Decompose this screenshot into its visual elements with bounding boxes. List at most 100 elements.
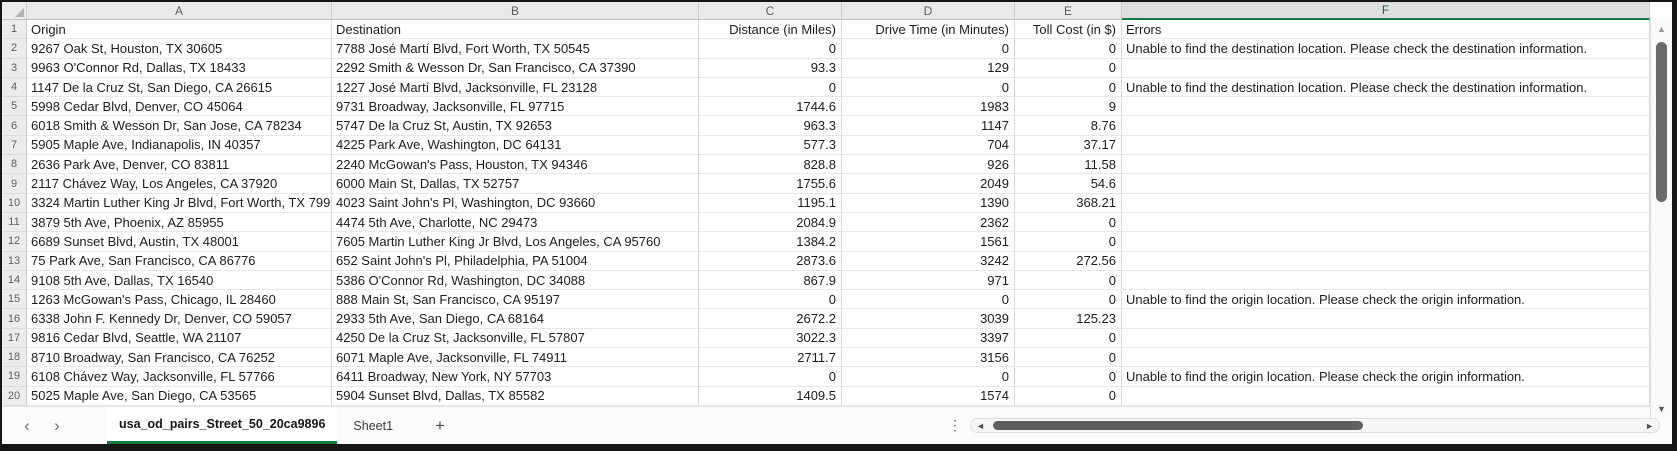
vertical-scrollbar-thumb[interactable] xyxy=(1656,42,1667,202)
cell-A5[interactable]: 5998 Cedar Blvd, Denver, CO 45064 xyxy=(27,97,332,116)
cell-C16[interactable]: 2672.2 xyxy=(699,309,842,328)
cell-B14[interactable]: 5386 O'Connor Rd, Washington, DC 34088 xyxy=(332,271,699,290)
cell-B11[interactable]: 4474 5th Ave, Charlotte, NC 29473 xyxy=(332,213,699,232)
cell-D11[interactable]: 2362 xyxy=(842,213,1015,232)
next-sheet-icon[interactable]: › xyxy=(42,417,72,434)
cell-D8[interactable]: 926 xyxy=(842,155,1015,174)
cell-A4[interactable]: 1147 De la Cruz St, San Diego, CA 26615 xyxy=(27,78,332,97)
cell-D20[interactable]: 1574 xyxy=(842,387,1015,406)
cell-F18[interactable] xyxy=(1122,348,1650,367)
sheet1-tab[interactable]: Sheet1 xyxy=(337,419,409,433)
cell-E17[interactable]: 0 xyxy=(1015,329,1122,348)
cell-B6[interactable]: 5747 De la Cruz St, Austin, TX 92653 xyxy=(332,116,699,135)
col-header-F-selected[interactable]: F xyxy=(1122,2,1650,20)
row-number-19[interactable]: 19 xyxy=(2,367,27,386)
cell-E4[interactable]: 0 xyxy=(1015,78,1122,97)
cell-F11[interactable] xyxy=(1122,213,1650,232)
cell-A13[interactable]: 75 Park Ave, San Francisco, CA 86776 xyxy=(27,252,332,271)
cell-D5[interactable]: 1983 xyxy=(842,97,1015,116)
header-cell-A1[interactable]: Origin xyxy=(27,20,332,39)
cell-A9[interactable]: 2117 Chávez Way, Los Angeles, CA 37920 xyxy=(27,174,332,193)
cell-D18[interactable]: 3156 xyxy=(842,348,1015,367)
cell-C8[interactable]: 828.8 xyxy=(699,155,842,174)
cell-F3[interactable] xyxy=(1122,59,1650,78)
cell-C7[interactable]: 577.3 xyxy=(699,136,842,155)
cell-D2[interactable]: 0 xyxy=(842,39,1015,58)
cell-C9[interactable]: 1755.6 xyxy=(699,174,842,193)
cell-C6[interactable]: 963.3 xyxy=(699,116,842,135)
header-cell-F1[interactable]: Errors xyxy=(1122,20,1650,39)
row-number-9[interactable]: 9 xyxy=(2,174,27,193)
cell-A6[interactable]: 6018 Smith & Wesson Dr, San Jose, CA 782… xyxy=(27,116,332,135)
col-header-B[interactable]: B xyxy=(332,2,699,20)
cell-A7[interactable]: 5905 Maple Ave, Indianapolis, IN 40357 xyxy=(27,136,332,155)
row-number-12[interactable]: 12 xyxy=(2,232,27,251)
cell-C11[interactable]: 2084.9 xyxy=(699,213,842,232)
scroll-left-icon[interactable]: ◄ xyxy=(976,421,985,431)
row-number-14[interactable]: 14 xyxy=(2,271,27,290)
cell-B19[interactable]: 6411 Broadway, New York, NY 57703 xyxy=(332,367,699,386)
row-number-11[interactable]: 11 xyxy=(2,213,27,232)
cell-D7[interactable]: 704 xyxy=(842,136,1015,155)
scroll-right-icon[interactable]: ► xyxy=(1645,421,1654,431)
cell-D9[interactable]: 2049 xyxy=(842,174,1015,193)
cell-B13[interactable]: 652 Saint John's Pl, Philadelphia, PA 51… xyxy=(332,252,699,271)
cell-F16[interactable] xyxy=(1122,309,1650,328)
cell-E5[interactable]: 9 xyxy=(1015,97,1122,116)
cell-B5[interactable]: 9731 Broadway, Jacksonville, FL 97715 xyxy=(332,97,699,116)
cell-E16[interactable]: 125.23 xyxy=(1015,309,1122,328)
cell-A18[interactable]: 8710 Broadway, San Francisco, CA 76252 xyxy=(27,348,332,367)
header-cell-D1[interactable]: Drive Time (in Minutes) xyxy=(842,20,1015,39)
cell-A3[interactable]: 9963 O'Connor Rd, Dallas, TX 18433 xyxy=(27,59,332,78)
cell-F8[interactable] xyxy=(1122,155,1650,174)
cell-E11[interactable]: 0 xyxy=(1015,213,1122,232)
cell-C18[interactable]: 2711.7 xyxy=(699,348,842,367)
row-number-6[interactable]: 6 xyxy=(2,116,27,135)
cell-A15[interactable]: 1263 McGowan's Pass, Chicago, IL 28460 xyxy=(27,290,332,309)
cell-E10[interactable]: 368.21 xyxy=(1015,194,1122,213)
cell-C10[interactable]: 1195.1 xyxy=(699,194,842,213)
cell-E14[interactable]: 0 xyxy=(1015,271,1122,290)
cell-D3[interactable]: 129 xyxy=(842,59,1015,78)
cell-F19[interactable]: Unable to find the origin location. Plea… xyxy=(1122,367,1650,386)
cell-A2[interactable]: 9267 Oak St, Houston, TX 30605 xyxy=(27,39,332,58)
active-sheet-tab[interactable]: usa_od_pairs_Street_50_20ca9896 xyxy=(107,407,337,444)
header-cell-C1[interactable]: Distance (in Miles) xyxy=(699,20,842,39)
cell-F7[interactable] xyxy=(1122,136,1650,155)
row-number-15[interactable]: 15 xyxy=(2,290,27,309)
cell-F12[interactable] xyxy=(1122,232,1650,251)
row-number-1[interactable]: 1 xyxy=(2,20,27,39)
row-number-16[interactable]: 16 xyxy=(2,309,27,328)
cell-C19[interactable]: 0 xyxy=(699,367,842,386)
cell-D14[interactable]: 971 xyxy=(842,271,1015,290)
cell-A11[interactable]: 3879 5th Ave, Phoenix, AZ 85955 xyxy=(27,213,332,232)
cell-F20[interactable] xyxy=(1122,387,1650,406)
add-sheet-button[interactable]: + xyxy=(435,417,445,434)
cell-C15[interactable]: 0 xyxy=(699,290,842,309)
row-number-17[interactable]: 17 xyxy=(2,329,27,348)
cell-B10[interactable]: 4023 Saint John's Pl, Washington, DC 936… xyxy=(332,194,699,213)
cell-F15[interactable]: Unable to find the origin location. Plea… xyxy=(1122,290,1650,309)
row-number-2[interactable]: 2 xyxy=(2,39,27,58)
cell-A17[interactable]: 9816 Cedar Blvd, Seattle, WA 21107 xyxy=(27,329,332,348)
cell-C2[interactable]: 0 xyxy=(699,39,842,58)
scroll-up-icon[interactable]: ▲ xyxy=(1651,24,1672,34)
cell-E20[interactable]: 0 xyxy=(1015,387,1122,406)
row-number-5[interactable]: 5 xyxy=(2,97,27,116)
cell-E12[interactable]: 0 xyxy=(1015,232,1122,251)
cell-E8[interactable]: 11.58 xyxy=(1015,155,1122,174)
row-number-10[interactable]: 10 xyxy=(2,194,27,213)
cell-B18[interactable]: 6071 Maple Ave, Jacksonville, FL 74911 xyxy=(332,348,699,367)
cell-A12[interactable]: 6689 Sunset Blvd, Austin, TX 48001 xyxy=(27,232,332,251)
cell-B7[interactable]: 4225 Park Ave, Washington, DC 64131 xyxy=(332,136,699,155)
cell-D16[interactable]: 3039 xyxy=(842,309,1015,328)
cell-B12[interactable]: 7605 Martin Luther King Jr Blvd, Los Ang… xyxy=(332,232,699,251)
cell-C13[interactable]: 2873.6 xyxy=(699,252,842,271)
scroll-down-icon[interactable]: ▼ xyxy=(1651,404,1672,414)
cell-F13[interactable] xyxy=(1122,252,1650,271)
cell-B15[interactable]: 888 Main St, San Francisco, CA 95197 xyxy=(332,290,699,309)
cell-C14[interactable]: 867.9 xyxy=(699,271,842,290)
cell-B9[interactable]: 6000 Main St, Dallas, TX 52757 xyxy=(332,174,699,193)
cell-E19[interactable]: 0 xyxy=(1015,367,1122,386)
cell-E3[interactable]: 0 xyxy=(1015,59,1122,78)
